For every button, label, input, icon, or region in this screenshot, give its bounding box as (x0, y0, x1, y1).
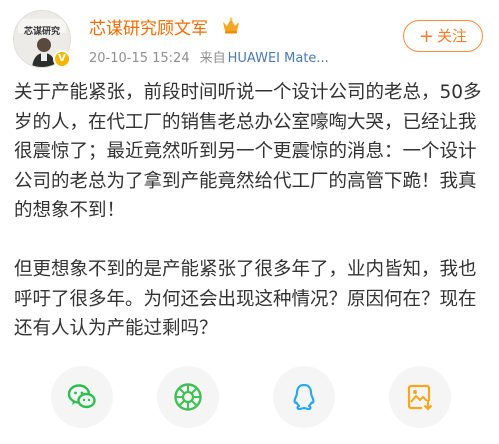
post-meta: 20-10-15 15:24 来自 HUAWEI Mate... (89, 47, 329, 66)
post-content: 关于产能紧张，前段时间听说一个设计公司的老总，50多岁的人，在代工厂的销售老总办… (14, 78, 486, 344)
plus-icon: + (418, 26, 435, 47)
post-paragraph: 但更想象不到的是产能紧张了很多年了，业内皆知，我也呼吁了很多年。为何还会出现这种… (14, 258, 477, 340)
share-moments-button[interactable] (157, 366, 219, 428)
follow-button[interactable]: + 关注 (403, 20, 483, 52)
author-name[interactable]: 芯谋研究顾文军 (89, 14, 208, 39)
vip-crown-icon (223, 17, 239, 34)
share-qq-button[interactable] (273, 366, 335, 428)
post-header: 芯谋研究 V 芯谋研究顾文军 20-10-15 15:24 来自 HUAWEI Ma… (0, 0, 499, 78)
source-prefix: 来自 (199, 51, 226, 66)
share-bar (0, 362, 499, 432)
share-wechat-button[interactable] (51, 366, 113, 428)
save-image-icon (407, 384, 434, 411)
post-paragraph: 关于产能紧张，前段时间听说一个设计公司的老总，50多岁的人，在代工厂的销售老总办… (14, 82, 482, 222)
follow-label: 关注 (437, 27, 468, 45)
verified-badge-icon: V (53, 50, 71, 68)
avatar-logo-text: 芯谋研究 (23, 27, 60, 37)
wechat-icon (67, 384, 96, 409)
moments-icon (174, 383, 202, 411)
post-timestamp: 20-10-15 15:24 (89, 51, 190, 66)
device-link[interactable]: HUAWEI Mate... (228, 51, 329, 66)
share-save-image-button[interactable] (389, 366, 451, 428)
qq-icon (293, 383, 315, 411)
